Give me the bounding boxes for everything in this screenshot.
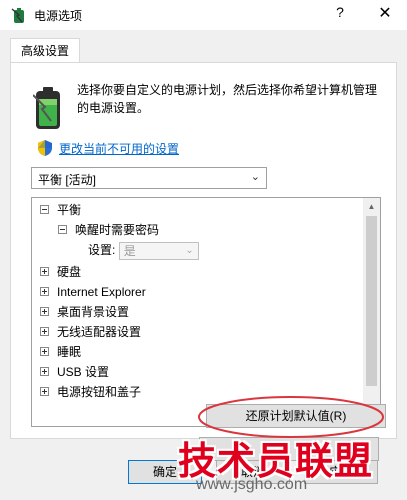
expand-icon[interactable]: [40, 327, 49, 337]
tree-item-power-buttons-lid[interactable]: 电源按钮和盖子: [40, 382, 141, 402]
ok-button[interactable]: 确定: [128, 460, 202, 484]
power-plan-select-value: 平衡 [活动]: [38, 173, 97, 187]
tree-item-sleep[interactable]: 睡眠: [40, 342, 81, 362]
chevron-down-icon: ⌄: [185, 244, 194, 256]
tree-item-wireless-adapter[interactable]: 无线适配器设置: [40, 322, 141, 342]
setting-label: 设置:: [88, 243, 116, 257]
uac-shield-icon: [38, 140, 52, 156]
tree-item-label: 平衡: [57, 203, 82, 217]
tree-item-balanced[interactable]: 平衡: [40, 200, 81, 220]
expand-icon[interactable]: [40, 307, 49, 317]
expand-icon[interactable]: [40, 387, 49, 397]
tree-item-label: Internet Explorer: [57, 285, 146, 299]
tree-item-internet-explorer[interactable]: Internet Explorer: [40, 282, 146, 302]
cancel-button[interactable]: 取消: [216, 460, 290, 484]
tree-item-label: 桌面背景设置: [57, 305, 130, 319]
advanced-settings-panel: 选择你要自定义的电源计划，然后选择你希望计算机管理的电源设置。 更改当前不可用的…: [10, 62, 397, 461]
tab-strip: 高级设置 选择你要自定义的电源计划，然后选择你希望计算机管理的电源设置。 更改当…: [0, 30, 407, 500]
tree-item-wake-password[interactable]: 唤醒时需要密码: [58, 220, 159, 240]
change-unavailable-settings-link[interactable]: 更改当前不可用的设置: [59, 140, 179, 157]
power-plan-select[interactable]: 平衡 [活动] ⌄: [31, 167, 267, 189]
description-text: 选择你要自定义的电源计划，然后选择你希望计算机管理的电源设置。: [77, 83, 378, 115]
scrollbar-thumb[interactable]: [366, 216, 377, 386]
vertical-scrollbar[interactable]: ▲ ▼: [363, 198, 380, 426]
expand-icon[interactable]: [40, 267, 49, 277]
tree-item-label: 电源按钮和盖子: [57, 385, 142, 399]
apply-button[interactable]: 应用: [304, 460, 378, 484]
restore-plan-defaults-button[interactable]: 还原计划默认值(R): [206, 404, 386, 428]
tree-item-label: 无线适配器设置: [57, 325, 142, 339]
setting-value-select[interactable]: 是 ⌄: [118, 241, 199, 260]
tree-item-setting: 设置: 是 ⌄: [88, 240, 199, 260]
tree-item-label: 睡眠: [57, 345, 82, 359]
window-title: 电源选项: [34, 9, 83, 23]
expand-icon[interactable]: [40, 287, 49, 297]
tab-advanced-settings[interactable]: 高级设置: [10, 38, 80, 63]
collapse-icon[interactable]: [58, 225, 67, 235]
settings-tree[interactable]: 平衡 唤醒时需要密码 设置: 是 ⌄ 硬盘 Internet Explorer …: [31, 197, 381, 427]
tree-item-hard-disk[interactable]: 硬盘: [40, 262, 81, 282]
tree-item-label: USB 设置: [57, 365, 110, 379]
tree-item-desktop-background[interactable]: 桌面背景设置: [40, 302, 129, 322]
close-button[interactable]: ✕: [372, 2, 398, 26]
expand-icon[interactable]: [40, 367, 49, 377]
collapse-icon[interactable]: [40, 205, 49, 215]
scroll-up-arrow-icon[interactable]: ▲: [363, 198, 380, 215]
tree-item-label: 硬盘: [57, 265, 82, 279]
setting-value: 是: [123, 243, 136, 258]
tree-item-usb-settings[interactable]: USB 设置: [40, 362, 109, 382]
power-options-icon: [11, 8, 24, 23]
title-bar: 电源选项 ? ✕: [0, 0, 407, 30]
battery-icon: [33, 87, 60, 129]
chevron-down-icon: ⌄: [250, 171, 260, 183]
tree-item-label: 唤醒时需要密码: [75, 223, 160, 237]
expand-icon[interactable]: [40, 347, 49, 357]
help-button[interactable]: ?: [330, 4, 350, 24]
